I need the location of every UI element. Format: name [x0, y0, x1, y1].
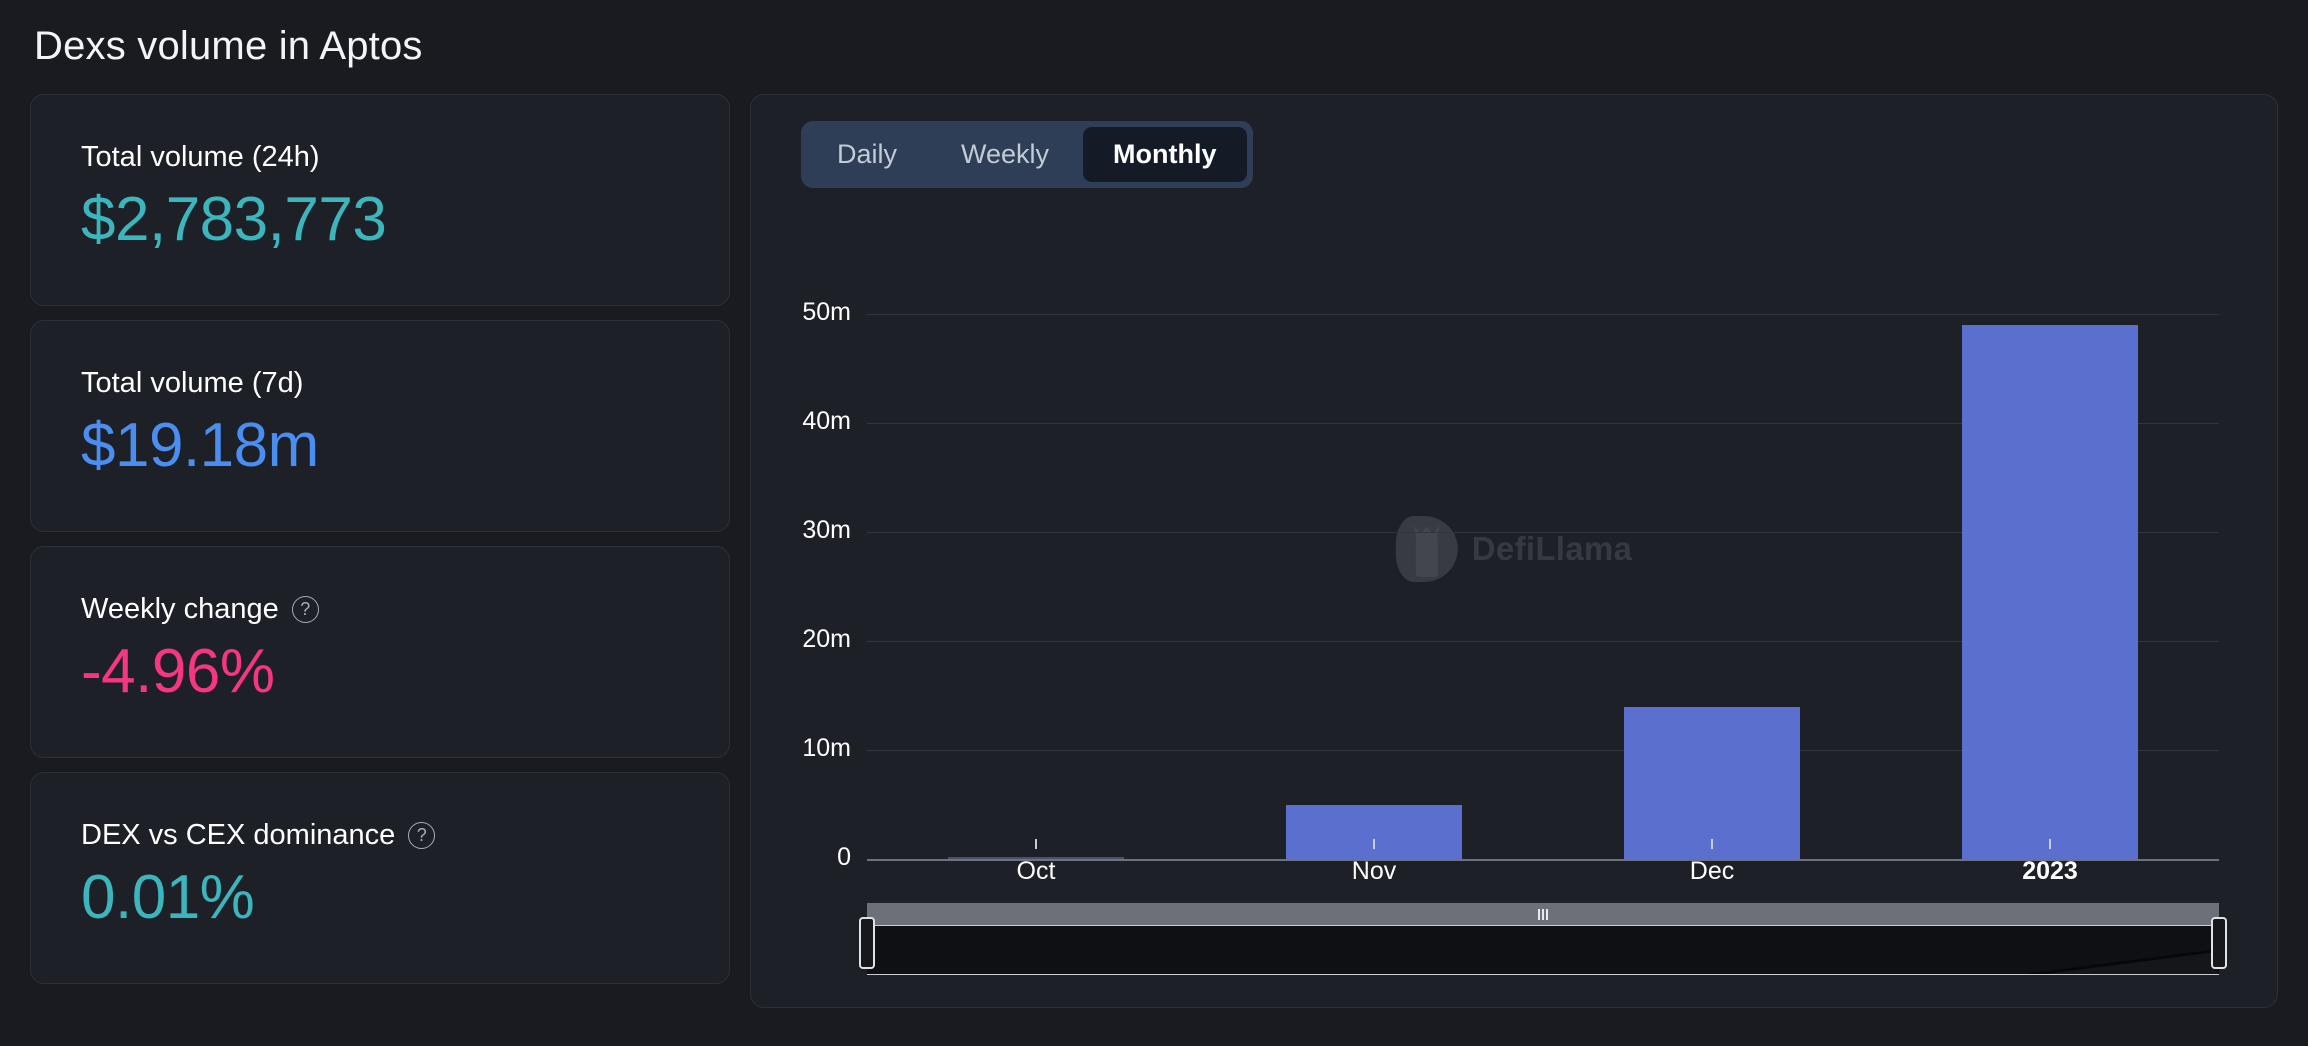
stat-card-weekly-change: Weekly change ? -4.96%	[30, 546, 730, 758]
stat-label-row: Total volume (24h)	[81, 141, 679, 174]
stat-value: $2,783,773	[81, 186, 679, 254]
x-axis-tick-label: Nov	[1205, 857, 1543, 886]
bar-slot[interactable]	[867, 260, 1205, 859]
x-axis-slot: Nov	[1205, 839, 1543, 899]
page-title: Dexs volume in Aptos	[30, 22, 2278, 70]
tab-daily[interactable]: Daily	[807, 127, 927, 182]
bar-slot[interactable]	[1205, 260, 1543, 859]
stat-label-row: DEX vs CEX dominance ?	[81, 819, 679, 852]
main-layout: Total volume (24h) $2,783,773 Total volu…	[30, 94, 2278, 1008]
help-circle-icon[interactable]: ?	[292, 596, 319, 623]
plot-region: 010m20m30m40m50m	[867, 260, 2219, 859]
x-axis-slot: Oct	[867, 839, 1205, 899]
bar-series	[867, 260, 2219, 859]
dexs-volume-page: Dexs volume in Aptos Total volume (24h) …	[0, 0, 2308, 1046]
help-circle-icon[interactable]: ?	[408, 822, 435, 849]
stat-value: $19.18m	[81, 412, 679, 480]
x-axis-slot: 2023	[1881, 839, 2219, 899]
stats-column: Total volume (24h) $2,783,773 Total volu…	[30, 94, 730, 984]
interval-tab-group: Daily Weekly Monthly	[801, 121, 1253, 188]
tab-monthly[interactable]: Monthly	[1083, 127, 1246, 182]
stat-label-row: Total volume (7d)	[81, 367, 679, 400]
y-axis-tick-label: 40m	[802, 407, 851, 436]
stat-card-total-volume-24h: Total volume (24h) $2,783,773	[30, 94, 730, 306]
x-axis-slot: Dec	[1543, 839, 1881, 899]
data-zoom-slider[interactable]	[867, 903, 2219, 975]
bar-dec[interactable]	[1624, 707, 1800, 859]
stat-label: Weekly change	[81, 593, 279, 626]
stat-value: -4.96%	[81, 638, 679, 706]
x-axis-tick	[2049, 839, 2051, 849]
x-axis-tick-label: Oct	[867, 857, 1205, 886]
preview-area-chart	[867, 926, 2219, 975]
stat-label-row: Weekly change ?	[81, 593, 679, 626]
stat-label: Total volume (24h)	[81, 141, 320, 174]
x-axis-tick-label: 2023	[1881, 857, 2219, 886]
x-axis-tick	[1373, 839, 1375, 849]
tab-weekly[interactable]: Weekly	[931, 127, 1079, 182]
data-zoom-track[interactable]	[867, 903, 2219, 925]
y-axis-tick-label: 30m	[802, 516, 851, 545]
chart-area: DefiLlama 010m20m30m40m50m OctNovDec2023	[775, 234, 2253, 985]
x-axis-tick	[1711, 839, 1713, 849]
x-axis-tick-label: Dec	[1543, 857, 1881, 886]
stat-label: DEX vs CEX dominance	[81, 819, 395, 852]
y-axis-tick-label: 0	[837, 843, 851, 872]
y-axis-tick-label: 20m	[802, 625, 851, 654]
stat-label: Total volume (7d)	[81, 367, 303, 400]
bar-slot[interactable]	[1881, 260, 2219, 859]
y-axis-tick-label: 50m	[802, 298, 851, 327]
stat-card-total-volume-7d: Total volume (7d) $19.18m	[30, 320, 730, 532]
drag-handle-icon[interactable]	[1538, 909, 1548, 920]
bar-2023[interactable]	[1962, 325, 2138, 859]
x-axis-tick	[1035, 839, 1037, 849]
chart-panel: Daily Weekly Monthly DefiLlama 010m20m30…	[750, 94, 2278, 1008]
bar-slot[interactable]	[1543, 260, 1881, 859]
data-zoom-handle-left[interactable]	[859, 917, 875, 969]
y-axis-tick-label: 10m	[802, 734, 851, 763]
data-zoom-preview	[867, 925, 2219, 975]
x-axis: OctNovDec2023	[867, 839, 2219, 899]
stat-card-dex-vs-cex-dominance: DEX vs CEX dominance ? 0.01%	[30, 772, 730, 984]
data-zoom-handle-right[interactable]	[2211, 917, 2227, 969]
stat-value: 0.01%	[81, 864, 679, 932]
